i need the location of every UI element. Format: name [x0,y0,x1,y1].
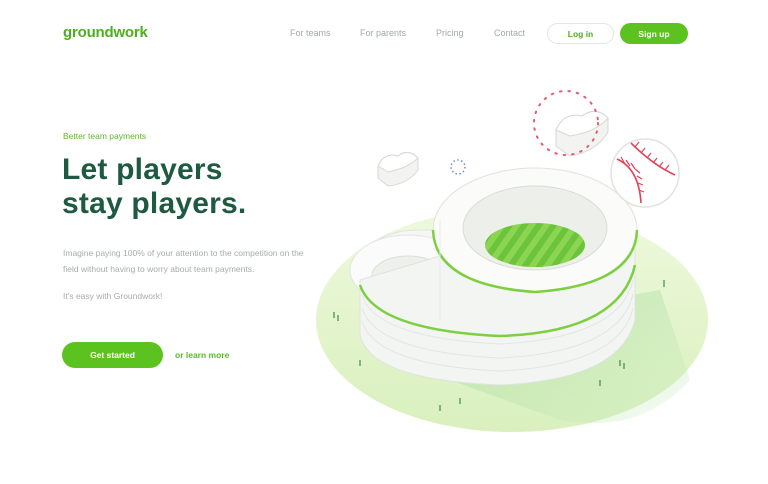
top-nav: groundwork For teams For parents Pricing… [0,0,768,66]
headline-line-2: stay players. [62,187,247,220]
headline-line-1: Let players [62,153,223,186]
cloud-icon [377,152,419,187]
signup-button[interactable]: Sign up [620,23,688,44]
learn-more-link[interactable]: or learn more [175,350,229,360]
stadium-illustration [316,90,708,432]
cloud-icon [555,111,609,157]
baseball-icon [610,138,680,208]
dotted-circle-icon [450,159,466,175]
hero-description: Imagine paying 100% of your attention to… [63,248,304,274]
nav-link-contact[interactable]: Contact [494,28,525,38]
nav-link-pricing[interactable]: Pricing [436,28,464,38]
nav-link-for-parents[interactable]: For parents [360,28,406,38]
login-button[interactable]: Log in [547,23,614,44]
hero-headline: Let players stay players. [62,153,246,221]
hero-tagline: It's easy with Groundwork! [63,291,163,301]
get-started-button[interactable]: Get started [62,342,163,368]
groundwork-logo[interactable]: groundwork [63,24,148,41]
hero-eyebrow: Better team payments [63,131,147,141]
nav-link-for-teams[interactable]: For teams [290,28,331,38]
